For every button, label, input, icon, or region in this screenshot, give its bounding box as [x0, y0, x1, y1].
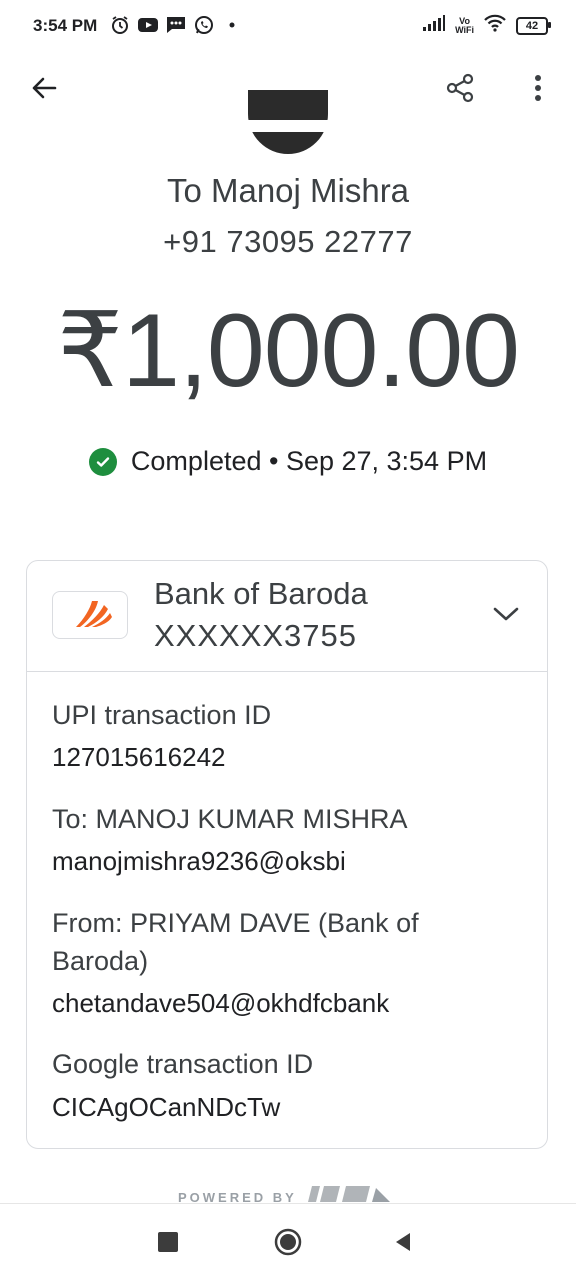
- chevron-down-icon: [493, 606, 519, 627]
- battery-indicator: 42: [516, 16, 551, 35]
- back-button[interactable]: [20, 66, 68, 114]
- to-label: To: MANOJ KUMAR MISHRA: [52, 804, 408, 834]
- more-options-button[interactable]: [514, 66, 562, 114]
- share-button[interactable]: [436, 66, 484, 114]
- to-upi-id[interactable]: manojmishra9236@oksbi: [52, 846, 346, 877]
- recipient-phone: +91 73095 22777: [163, 224, 413, 259]
- status-text: Completed • Sep 27, 3:54 PM: [130, 446, 488, 476]
- whatsapp-icon: [194, 15, 214, 35]
- google-transaction-id-label: Google transaction ID: [52, 1049, 314, 1079]
- share-icon: [445, 73, 475, 108]
- youtube-icon: [138, 15, 158, 35]
- status-time: 3:54 PM: [33, 16, 98, 35]
- wifi-icon: [484, 14, 506, 37]
- triangle-back-icon: [396, 1233, 410, 1251]
- home-circle-icon: [274, 1228, 302, 1256]
- message-icon: [166, 15, 186, 35]
- dot-icon: [222, 15, 242, 35]
- bank-account-number: XXXXXX3755: [154, 618, 358, 653]
- upi-transaction-id-label: UPI transaction ID: [52, 700, 272, 730]
- payment-amount: ₹1,000.00: [57, 293, 520, 409]
- system-back-button[interactable]: [392, 1231, 414, 1253]
- check-circle-icon: [88, 447, 117, 476]
- recipient-name: To Manoj Mishra: [166, 172, 410, 209]
- from-label-line1: From: PRIYAM DAVE (Bank of: [52, 908, 419, 938]
- arrow-left-icon: [30, 74, 58, 107]
- card-divider: [27, 671, 547, 672]
- vowifi-indicator: Vo WiFi: [455, 16, 474, 35]
- alarm-icon: [110, 15, 130, 35]
- notification-icons: [110, 15, 242, 35]
- bank-of-baroda-logo: [52, 591, 128, 639]
- payment-status: Completed • Sep 27, 3:54 PM: [0, 446, 576, 477]
- expand-button[interactable]: [482, 592, 530, 640]
- bank-name: Bank of Baroda: [154, 576, 368, 611]
- from-upi-id[interactable]: chetandave504@okhdfcbank: [52, 988, 389, 1019]
- signal-icon: [423, 15, 446, 36]
- google-transaction-id-value[interactable]: CICAgOCanNDcTw: [52, 1092, 280, 1123]
- upi-transaction-id-value[interactable]: 127015616242: [52, 742, 226, 773]
- more-vert-icon: [534, 74, 542, 107]
- upi-logo: [306, 1186, 396, 1202]
- from-label-line2: Baroda): [52, 946, 149, 976]
- system-icons: Vo WiFi 42: [423, 14, 551, 37]
- avatar-mask: [230, 120, 350, 132]
- recents-button[interactable]: [158, 1232, 178, 1252]
- vowifi-bottom: WiFi: [455, 24, 474, 35]
- home-button[interactable]: [274, 1228, 302, 1256]
